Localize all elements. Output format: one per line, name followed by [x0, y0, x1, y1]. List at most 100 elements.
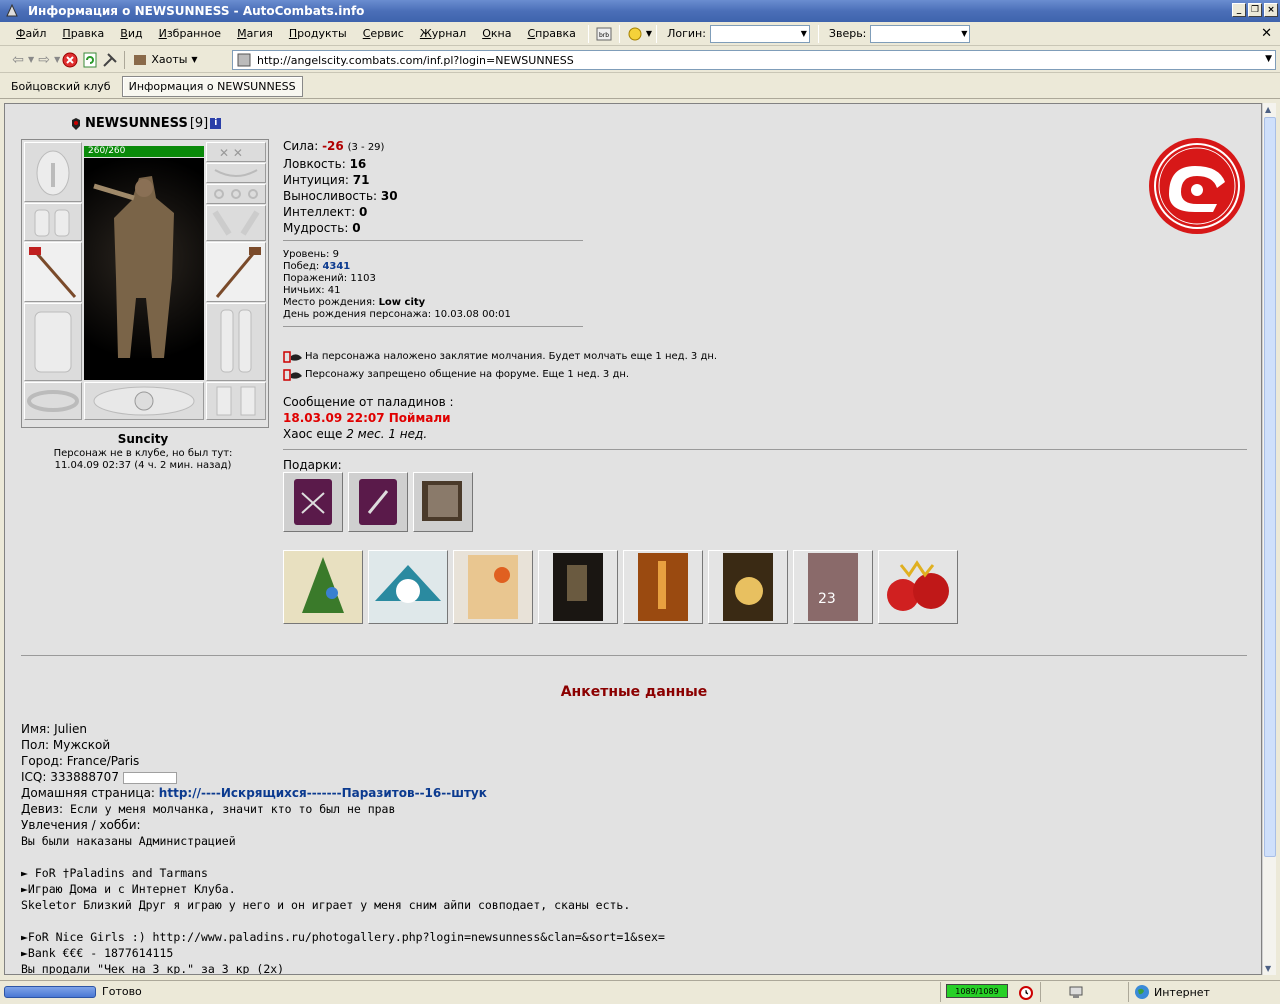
menu-service[interactable]: Сервис: [355, 27, 412, 40]
alignment-emblem-icon: [1149, 138, 1245, 234]
info-birthplace: Место рождения: Low city: [283, 297, 426, 308]
svg-text:✕ ✕: ✕ ✕: [219, 146, 243, 160]
gift-card[interactable]: [623, 550, 703, 624]
left-weapon-slot[interactable]: [24, 242, 82, 302]
alignment-icon: [72, 117, 80, 130]
presence-line2: 11.04.09 02:37 (4 ч. 2 мин. назад): [54, 460, 232, 471]
chevron-down-icon: ▼: [961, 28, 968, 38]
helmet-slot[interactable]: [24, 142, 82, 202]
tab-character-info[interactable]: Информация о NEWSUNNESS: [121, 75, 303, 97]
gift-card[interactable]: [368, 550, 448, 624]
gift-card[interactable]: 23: [793, 550, 873, 624]
info-block: Уровень: 9 Побед: 4341 Поражений: 1103 Н…: [283, 249, 511, 321]
gift-card[interactable]: [878, 550, 958, 624]
profile-name: Имя: Julien: [21, 722, 87, 736]
belt-slot[interactable]: [24, 382, 82, 420]
scroll-thumb[interactable]: [1264, 117, 1276, 857]
rings-slot[interactable]: [206, 184, 266, 204]
forum-ban-icon: [283, 369, 302, 381]
svg-text:brb: brb: [599, 32, 609, 39]
menu-journal[interactable]: Журнал: [412, 27, 474, 40]
menu-edit[interactable]: Правка: [54, 27, 112, 40]
armor-slot[interactable]: [24, 303, 82, 381]
hp-bar: 260/260: [84, 146, 204, 157]
close-window-button[interactable]: ×: [1264, 3, 1278, 17]
right-weapon-slot[interactable]: [206, 242, 266, 302]
menu-file[interactable]: Файл: [8, 27, 54, 40]
earrings-slot[interactable]: ✕ ✕: [206, 142, 266, 162]
stat-endurance: Выносливость: 30: [283, 189, 398, 203]
gift-item[interactable]: [348, 472, 408, 532]
svg-text:23: 23: [818, 591, 836, 607]
paladin-message: Сообщение от паладинов : 18.03.09 22:07 …: [283, 394, 454, 442]
scroll-down-icon[interactable]: ▼: [1265, 964, 1271, 973]
character-level: [9]: [189, 116, 209, 131]
profile-homepage: Домашняя страница: http://----Искрящихся…: [21, 786, 487, 800]
profile-section-title: Анкетные данные: [560, 684, 708, 700]
login-combo[interactable]: ▼: [709, 24, 810, 43]
gift-card[interactable]: [453, 550, 533, 624]
gift-item[interactable]: [283, 472, 343, 532]
menu-favorites[interactable]: Избранное: [151, 27, 229, 40]
gift-card[interactable]: [538, 550, 618, 624]
character-location: Suncity Персонаж не в клубе, но был тут:…: [5, 432, 281, 472]
minimize-button[interactable]: _: [1232, 3, 1246, 17]
tools-icon[interactable]: [100, 50, 120, 70]
menu-products[interactable]: Продукты: [281, 27, 355, 40]
stat-intuition: Интуиция: 71: [283, 173, 370, 187]
stats-block: Сила: -26 (3 - 29) Ловкость: 16 Интуиция…: [283, 138, 398, 236]
pet-combo[interactable]: ▼: [870, 24, 971, 43]
amulet-slot[interactable]: [206, 163, 266, 183]
restore-button[interactable]: ❐: [1248, 3, 1262, 17]
character-doll: 260/260 ✕ ✕: [21, 139, 269, 428]
menu-help[interactable]: Справка: [519, 27, 583, 40]
clan-label[interactable]: Хаоты: [151, 53, 187, 66]
address-toolbar: ⇦ ▼ ⇨ ▼ Хаоты ▼ http://angelscity.combat…: [0, 47, 1280, 73]
menu-magic[interactable]: Магия: [229, 27, 281, 40]
profile-icq: ICQ: 333888707: [21, 769, 665, 785]
vertical-scrollbar[interactable]: ▲ ▼: [1262, 103, 1276, 975]
character-avatar: [84, 158, 204, 380]
forum-ban-notice: Персонажу запрещено общение на форуме. Е…: [283, 366, 717, 384]
profile-gender: Пол: Мужской: [21, 738, 111, 752]
chevron-down-icon[interactable]: ▼: [1265, 54, 1272, 64]
back-icon[interactable]: ⇦: [8, 50, 28, 70]
site-icon: [237, 53, 251, 67]
tab-fight-club[interactable]: Бойцовский клуб: [4, 76, 118, 97]
stop-icon[interactable]: [60, 50, 80, 70]
gift-item[interactable]: [413, 472, 473, 532]
paladin-text: 18.03.09 22:07 Поймали: [283, 411, 451, 425]
clan-emblem-slot: [84, 382, 204, 420]
presence-line1: Персонаж не в клубе, но был тут:: [53, 448, 233, 459]
forward-icon[interactable]: ⇨: [34, 50, 54, 70]
legs-slot[interactable]: [206, 303, 266, 381]
address-input[interactable]: http://angelscity.combats.com/inf.pl?log…: [232, 50, 1276, 70]
profile-line: Skeletor Близкий Друг я играю у него и о…: [21, 898, 631, 912]
smiley-dropdown-icon[interactable]: ▼: [646, 29, 652, 38]
clan-icon[interactable]: [131, 51, 149, 69]
menu-view[interactable]: Вид: [112, 27, 150, 40]
close-icon[interactable]: ✕: [1261, 26, 1272, 41]
load-progress: [4, 986, 96, 998]
profile-hobby-label: Увлечения / хобби:: [21, 818, 141, 832]
refresh-icon[interactable]: [80, 50, 100, 70]
clan-dropdown-icon[interactable]: ▼: [191, 55, 197, 64]
info-draws: Ничьих: 41: [283, 285, 341, 296]
boots-slot[interactable]: [206, 382, 266, 420]
app-icon: [4, 3, 20, 19]
brb-icon[interactable]: brb: [595, 25, 613, 43]
bracers-slot[interactable]: [24, 203, 82, 241]
menu-windows[interactable]: Окна: [474, 27, 519, 40]
gift-card[interactable]: [708, 550, 788, 624]
alarm-clock-icon[interactable]: [1018, 984, 1034, 1003]
gloves-slot[interactable]: [206, 205, 266, 241]
homepage-link[interactable]: http://----Искрящихся-------Паразитов--1…: [159, 786, 487, 800]
gift-card[interactable]: [283, 550, 363, 624]
silence-icon: [283, 351, 302, 363]
info-icon[interactable]: i: [210, 118, 222, 129]
silence-notice: На персонажа наложено заклятие молчания.…: [283, 348, 717, 366]
smiley-icon[interactable]: [626, 25, 644, 43]
info-birthday: День рождения персонажа: 10.03.08 00:01: [283, 309, 511, 320]
scroll-up-icon[interactable]: ▲: [1265, 105, 1271, 114]
profile-city: Город: France/Paris: [21, 754, 140, 768]
